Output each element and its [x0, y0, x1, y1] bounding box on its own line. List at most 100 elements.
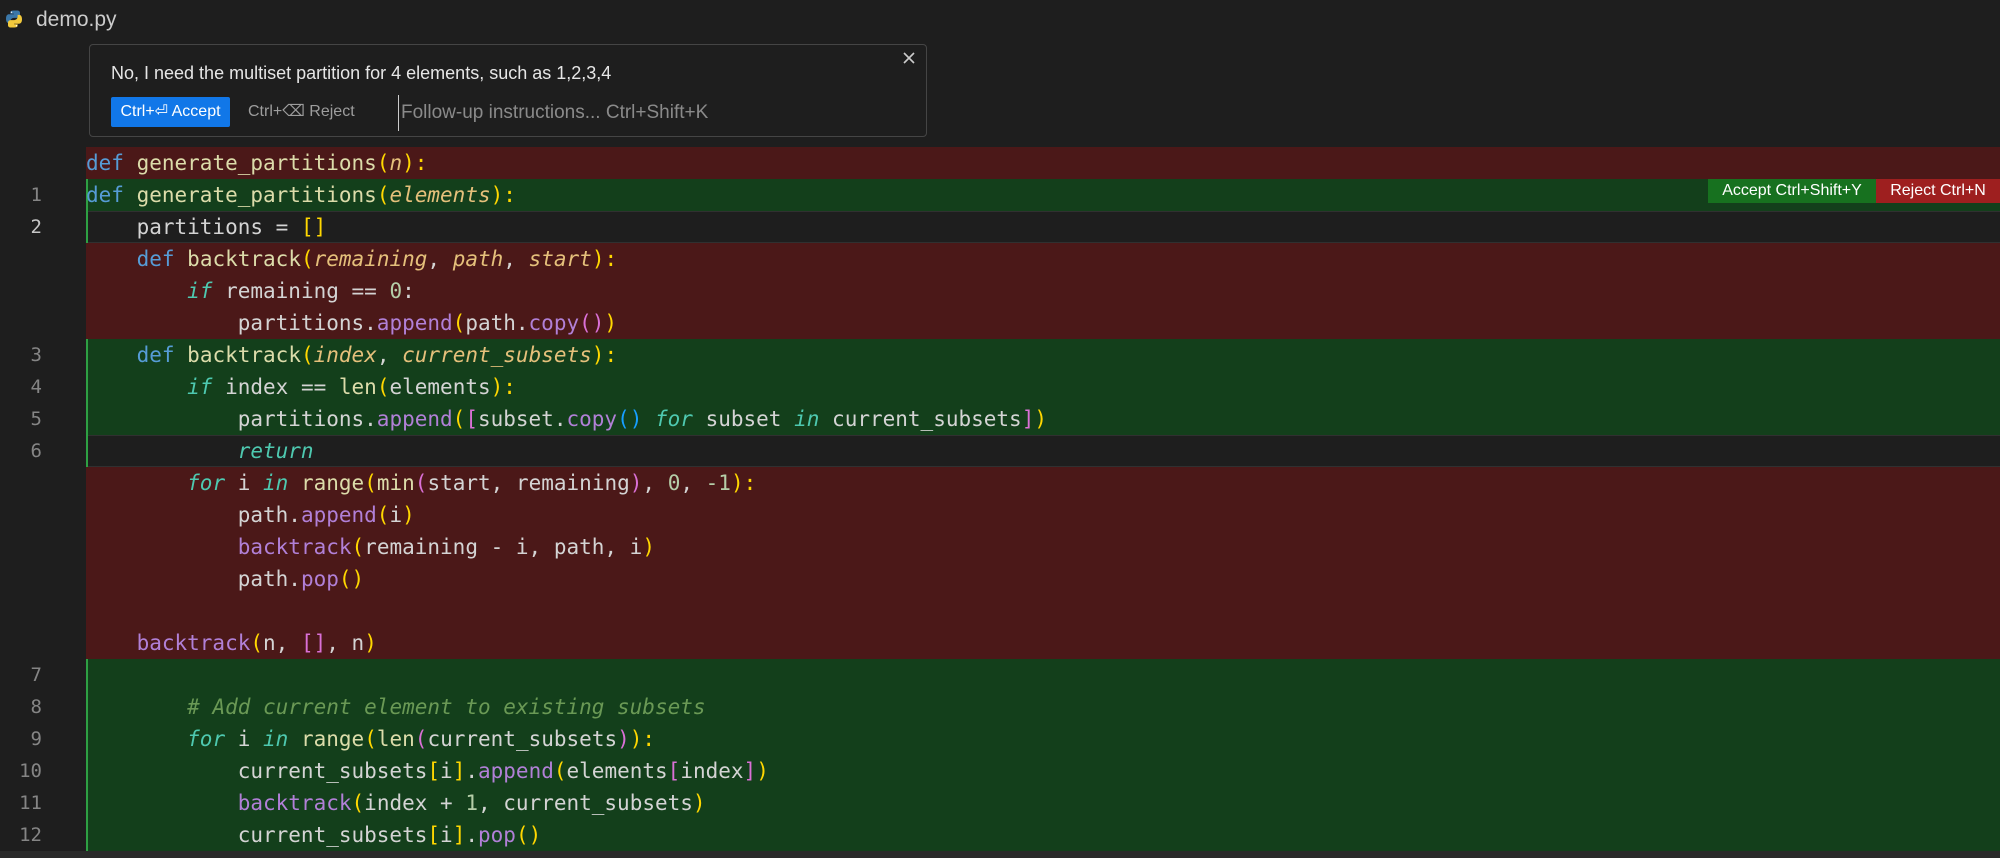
- diff-line-background: [86, 595, 2000, 627]
- code-token: partitions =: [86, 215, 301, 239]
- code-token: generate_partitions: [136, 151, 377, 175]
- code-text[interactable]: def generate_partitions(elements):: [86, 179, 516, 211]
- code-token: (): [617, 407, 643, 431]
- code-token: copy: [566, 407, 618, 431]
- deleted-code-line[interactable]: def generate_partitions(n):: [0, 147, 2000, 179]
- code-token: index +: [364, 791, 466, 815]
- line-number: 4: [30, 376, 42, 398]
- code-token: ]: [1021, 407, 1035, 431]
- code-text[interactable]: backtrack(remaining - i, path, i): [86, 531, 655, 563]
- deleted-code-line[interactable]: [0, 595, 2000, 627]
- code-token: (): [579, 311, 605, 335]
- deleted-code-line[interactable]: for i in range(min(start, remaining), 0,…: [0, 467, 2000, 499]
- code-token: remaining: [313, 247, 428, 271]
- line-number: 3: [30, 344, 42, 366]
- code-token: current_subsets: [402, 343, 592, 367]
- deleted-code-line[interactable]: backtrack(n, [], n): [0, 627, 2000, 659]
- code-token: range: [300, 727, 365, 751]
- diff-line-background: [86, 211, 2000, 243]
- code-line[interactable]: 2 partitions = []: [0, 211, 2000, 243]
- editor-tab-bar: demo.py: [0, 0, 2000, 40]
- added-code-line[interactable]: 12 current_subsets[i].pop(): [0, 819, 2000, 851]
- added-code-line[interactable]: 11 backtrack(index + 1, current_subsets): [0, 787, 2000, 819]
- reject-diff-button[interactable]: Reject Ctrl+N: [1876, 179, 2000, 203]
- code-text[interactable]: return: [86, 435, 314, 467]
- code-text[interactable]: # Add current element to existing subset…: [86, 691, 706, 723]
- code-text[interactable]: def generate_partitions(n):: [86, 147, 427, 179]
- added-code-line[interactable]: 4 if index == len(elements):: [0, 371, 2000, 403]
- code-text[interactable]: for i in range(len(current_subsets)):: [86, 723, 655, 755]
- code-token: i: [440, 759, 453, 783]
- code-text[interactable]: path.append(i): [86, 499, 415, 531]
- code-text[interactable]: if index == len(elements):: [86, 371, 516, 403]
- code-token: ):: [591, 343, 618, 367]
- code-token: def: [136, 343, 175, 367]
- reject-button[interactable]: Ctrl+⌫ Reject: [248, 97, 355, 127]
- code-token: (: [300, 247, 314, 271]
- code-text[interactable]: def backtrack(remaining, path, start):: [86, 243, 618, 275]
- deleted-code-line[interactable]: path.append(i): [0, 499, 2000, 531]
- code-token: start: [528, 247, 592, 271]
- deleted-code-line[interactable]: if remaining == 0:: [0, 275, 2000, 307]
- code-text[interactable]: path.pop(): [86, 563, 364, 595]
- code-text[interactable]: current_subsets[i].pop(): [86, 819, 542, 851]
- code-token: generate_partitions: [136, 183, 377, 207]
- code-token: (: [376, 151, 390, 175]
- code-token: # Add current element to existing subset…: [187, 695, 706, 719]
- added-code-line[interactable]: 9 for i in range(len(current_subsets)):: [0, 723, 2000, 755]
- horizontal-scrollbar[interactable]: [0, 851, 2000, 858]
- code-token: append: [376, 311, 453, 335]
- code-editor[interactable]: def generate_partitions(n): 1 def generate…: [0, 147, 2000, 851]
- code-token: def: [86, 151, 124, 175]
- close-icon[interactable]: [898, 47, 920, 69]
- code-token: ,: [680, 471, 706, 495]
- code-token: (: [414, 471, 428, 495]
- code-text[interactable]: for i in range(min(start, remaining), 0,…: [86, 467, 756, 499]
- code-text[interactable]: backtrack(index + 1, current_subsets): [86, 787, 706, 819]
- code-token: (): [515, 823, 542, 847]
- code-token: , n: [326, 631, 365, 655]
- code-token: path.: [86, 567, 301, 591]
- code-text[interactable]: partitions.append([subset.copy() for sub…: [86, 403, 1047, 435]
- added-code-line[interactable]: 5 partitions.append([subset.copy() for s…: [0, 403, 2000, 435]
- code-token: [: [667, 759, 681, 783]
- added-code-line[interactable]: 10 current_subsets[i].append(elements[in…: [0, 755, 2000, 787]
- line-number: 6: [30, 440, 42, 462]
- code-token: ]: [452, 759, 466, 783]
- code-text[interactable]: def backtrack(index, current_subsets):: [86, 339, 618, 371]
- code-token: [: [427, 759, 441, 783]
- deleted-code-line[interactable]: def backtrack(remaining, path, start):: [0, 243, 2000, 275]
- tab-title[interactable]: demo.py: [36, 8, 117, 32]
- followup-instructions-input[interactable]: [398, 95, 913, 131]
- diff-line-background: [86, 563, 2000, 595]
- code-text[interactable]: current_subsets[i].append(elements[index…: [86, 755, 769, 787]
- code-text[interactable]: partitions = []: [86, 211, 327, 243]
- code-text[interactable]: partitions.append(path.copy()): [86, 307, 617, 339]
- code-text[interactable]: if remaining == 0:: [86, 275, 415, 307]
- code-token: subset: [692, 407, 795, 431]
- code-line[interactable]: 6 return: [0, 435, 2000, 467]
- deleted-code-line[interactable]: path.pop(): [0, 563, 2000, 595]
- added-code-line[interactable]: 8 # Add current element to existing subs…: [0, 691, 2000, 723]
- code-token: ]: [452, 823, 466, 847]
- code-token: (: [452, 311, 466, 335]
- deleted-code-line[interactable]: partitions.append(path.copy()): [0, 307, 2000, 339]
- accept-diff-button[interactable]: Accept Ctrl+Shift+Y: [1708, 179, 1876, 203]
- python-icon: [4, 9, 24, 29]
- added-code-line[interactable]: 1 def generate_partitions(elements):: [0, 179, 2000, 211]
- accept-button[interactable]: Ctrl+⏎ Accept: [111, 97, 230, 127]
- code-token: (: [250, 631, 264, 655]
- added-code-line[interactable]: 3 def backtrack(index, current_subsets):: [0, 339, 2000, 371]
- code-token: elements: [389, 183, 491, 207]
- code-token: n,: [263, 631, 301, 655]
- added-code-line[interactable]: 7: [0, 659, 2000, 691]
- deleted-code-line[interactable]: backtrack(remaining - i, path, i): [0, 531, 2000, 563]
- code-token: current_subsets: [86, 823, 428, 847]
- code-text[interactable]: backtrack(n, [], n): [86, 627, 377, 659]
- code-token: index: [680, 759, 744, 783]
- code-token: path.: [86, 503, 301, 527]
- code-token: subset.: [477, 407, 567, 431]
- code-token: if: [187, 375, 213, 399]
- code-token: (: [452, 407, 466, 431]
